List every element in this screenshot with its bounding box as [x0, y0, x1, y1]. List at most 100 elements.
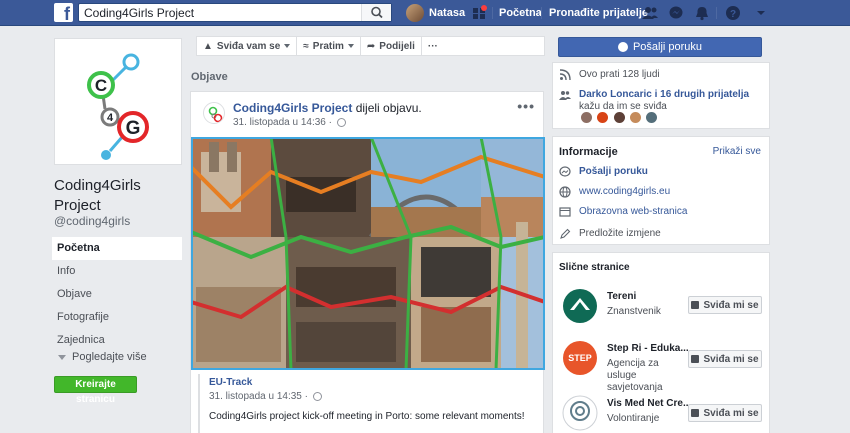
friend-avatar[interactable] — [597, 112, 609, 123]
info-row-message: Pošalji poruku — [559, 166, 648, 178]
search-box — [78, 3, 392, 22]
nav-separator — [716, 7, 717, 19]
thumbs-up-icon — [691, 355, 700, 363]
send-message-button[interactable]: Pošalji poruku — [558, 37, 762, 57]
step-ri-logo[interactable]: STEP — [562, 340, 598, 376]
follow-button[interactable]: ≈ Pratim — [297, 37, 361, 55]
facebook-logo-icon[interactable]: f — [54, 3, 73, 22]
page-action-bar: ▲ Sviđa vam se ≈ Pratim ➦ Podijeli ··· — [196, 36, 545, 56]
thumbs-up-icon — [691, 301, 700, 309]
shared-post-author-link[interactable]: EU-Track — [209, 377, 538, 388]
post-header: Coding4Girls Project dijeli objavu. — [233, 101, 422, 115]
post-timestamp[interactable]: 31. listopada u 14:36 · — [233, 117, 332, 128]
category-link[interactable]: Obrazovna web-stranica — [579, 206, 687, 217]
info-send-message-link[interactable]: Pošalji poruku — [579, 166, 648, 177]
tereni-logo[interactable] — [562, 288, 598, 324]
user-name: Natasa — [429, 7, 466, 19]
like-page-button[interactable]: ▲ Sviđa vam se — [197, 37, 298, 55]
account-menu-caret-icon[interactable] — [752, 4, 770, 22]
shared-post: EU-Track 31. listopada u 14:35 · Coding4… — [198, 374, 538, 433]
left-nav-item-community[interactable]: Zajednica — [52, 329, 182, 352]
like-button-label: Sviđa mi se — [703, 353, 759, 365]
browser-window-icon — [559, 207, 571, 217]
search-button[interactable] — [361, 4, 391, 21]
logo-letter-g: G — [126, 118, 141, 139]
globe-icon — [336, 118, 346, 127]
like-similar-page-button[interactable]: Sviđa mi se — [688, 404, 762, 422]
post-card: Coding4Girls Project dijeli objavu. 31. … — [190, 91, 545, 433]
vis-med-net-logo[interactable] — [562, 395, 598, 431]
posts-heading: Objave — [191, 71, 228, 83]
messenger-icon — [617, 42, 628, 52]
left-nav-item-home[interactable]: Početna — [52, 237, 182, 260]
globe-icon — [559, 186, 571, 198]
friends-like-row: Darko Loncaric i 16 drugih prijatelja ka… — [559, 89, 759, 113]
page-profile-picture[interactable]: C 4 G — [54, 38, 182, 165]
similar-page-category: Volontiranje — [607, 413, 660, 424]
similar-page-category: Znanstvenik — [607, 306, 661, 317]
suggest-edits-link[interactable]: Predložite izmjene — [579, 228, 661, 239]
see-more-link[interactable]: Pogledajte više — [58, 351, 147, 363]
search-input[interactable] — [79, 4, 359, 21]
chevron-down-icon — [284, 44, 291, 48]
post-photo-collage[interactable] — [191, 137, 545, 370]
home-link[interactable]: Početna — [499, 7, 542, 19]
notifications-bell-icon[interactable] — [693, 4, 711, 22]
top-navigation-bar: f Natasa Početna Pronađite prijatelje — [0, 0, 850, 26]
svg-text:?: ? — [730, 9, 736, 20]
similar-page-name-link[interactable]: Vis Med Net Cre... — [607, 398, 691, 409]
friend-avatar[interactable] — [613, 112, 625, 123]
rss-icon — [559, 69, 571, 81]
left-nav-item-posts[interactable]: Objave — [52, 283, 182, 306]
see-more-label: Pogledajte više — [72, 351, 147, 363]
similar-page-name-link[interactable]: Step Ri - Eduka... — [607, 343, 689, 354]
info-row-website: www.coding4girls.eu — [559, 186, 670, 198]
followers-row: Ovo prati 128 ljudi — [559, 69, 660, 81]
post-meta: 31. listopada u 14:36 · — [233, 117, 346, 128]
info-row-suggest-edits: Predložite izmjene — [559, 228, 661, 240]
globe-icon — [312, 392, 322, 401]
share-button[interactable]: ➦ Podijeli — [361, 37, 422, 55]
pencil-icon — [560, 228, 571, 239]
shared-post-meta: 31. listopada u 14:35 · — [209, 391, 538, 402]
post-options-button[interactable]: ••• — [517, 98, 535, 114]
help-icon[interactable]: ? — [724, 4, 742, 22]
groups-icon[interactable] — [470, 4, 488, 22]
like-button-label: Sviđa mi se — [703, 299, 759, 311]
community-card: Ovo prati 128 ljudi Darko Loncaric i 16 … — [552, 62, 770, 129]
friend-avatar[interactable] — [646, 112, 658, 123]
info-heading: Informacije — [559, 146, 618, 158]
like-page-label: Sviđa vam se — [216, 40, 281, 52]
like-similar-page-button[interactable]: Sviđa mi se — [688, 296, 762, 314]
like-similar-page-button[interactable]: Sviđa mi se — [688, 350, 762, 368]
chevron-down-icon — [347, 44, 354, 48]
more-actions-button[interactable]: ··· — [422, 37, 444, 55]
post-author-link[interactable]: Coding4Girls Project — [233, 101, 352, 115]
thumbs-up-icon — [691, 409, 700, 417]
website-link[interactable]: www.coding4girls.eu — [579, 186, 670, 197]
share-arrow-icon: ➦ — [366, 40, 376, 52]
shared-post-timestamp[interactable]: 31. listopada u 14:35 · — [209, 391, 308, 402]
create-page-button[interactable]: Kreirajte stranicu — [54, 376, 137, 405]
friend-avatar[interactable] — [581, 112, 592, 123]
page-name: Coding4Girls Project — [54, 177, 141, 214]
chevron-down-icon — [58, 354, 66, 360]
messenger-icon[interactable] — [667, 4, 685, 22]
similar-page-name-link[interactable]: Tereni — [607, 291, 636, 302]
friend-avatar[interactable] — [630, 112, 642, 123]
post-author-avatar[interactable] — [203, 102, 225, 124]
thumbs-up-icon: ▲ — [203, 40, 213, 52]
left-nav-item-photos[interactable]: Fotografije — [52, 306, 182, 329]
find-friends-link[interactable]: Pronađite prijatelje — [549, 7, 648, 19]
info-row-category: Obrazovna web-stranica — [559, 206, 687, 218]
friends-like-suffix: kažu da im se sviđa — [579, 101, 667, 112]
profile-link[interactable]: Natasa — [406, 4, 465, 22]
friends-like-link[interactable]: Darko Loncaric i 16 drugih prijatelja — [579, 89, 749, 100]
left-nav-item-info[interactable]: Info — [52, 260, 182, 283]
show-all-link[interactable]: Prikaži sve — [713, 146, 761, 157]
page-handle: @coding4girls — [54, 214, 131, 228]
friend-requests-icon[interactable] — [641, 4, 659, 22]
svg-text:STEP: STEP — [568, 353, 592, 363]
coding4girls-logo: C 4 G — [87, 53, 149, 160]
logo-number-4: 4 — [107, 112, 114, 124]
